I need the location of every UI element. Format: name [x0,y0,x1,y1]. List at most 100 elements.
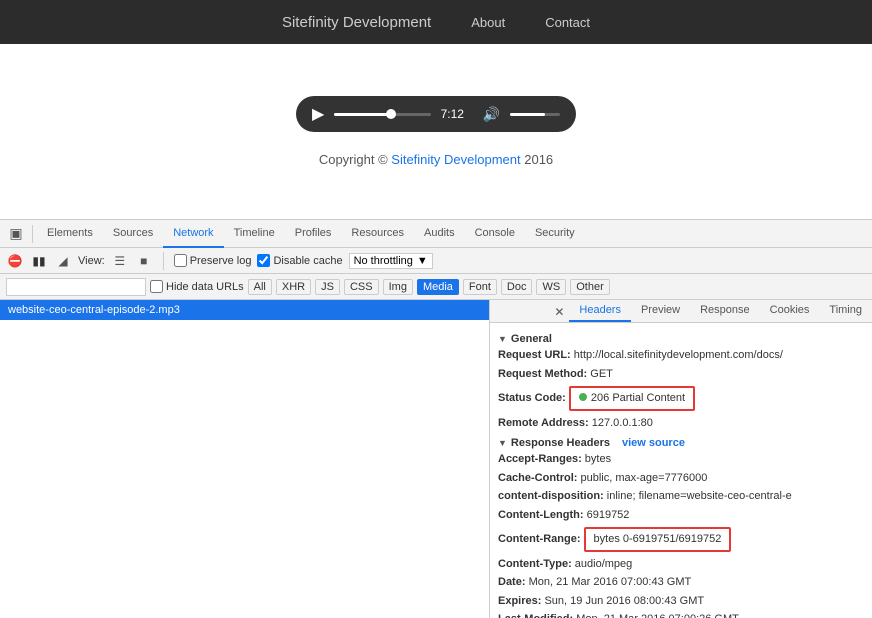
tab-audits[interactable]: Audits [414,220,465,248]
general-triangle: ▼ [498,334,507,344]
devtools-panel: ▣ Elements Sources Network Timeline Prof… [0,219,872,618]
preserve-log-input[interactable] [174,254,187,267]
details-tab-cookies[interactable]: Cookies [760,300,820,322]
copyright: Copyright © Sitefinity Development 2016 [319,152,553,167]
content-length-key: Content-Length: [498,509,587,521]
hide-data-urls-input[interactable] [150,280,163,293]
details-tab-preview[interactable]: Preview [631,300,690,322]
expires-row: Expires: Sun, 19 Jun 2016 08:00:43 GMT [498,593,864,610]
disable-cache-checkbox[interactable]: Disable cache [257,254,342,267]
nav-about[interactable]: About [471,15,505,30]
filter-input[interactable] [6,278,146,296]
nav-contact[interactable]: Contact [545,15,590,30]
accept-ranges-key: Accept-Ranges: [498,453,585,465]
disable-cache-label: Disable cache [273,255,342,267]
tab-elements[interactable]: Elements [37,220,103,248]
devtools-toolbar: ⛔ ▮▮ ◢ View: ☰ ■ Preserve log Disable ca… [0,248,872,274]
expires-val: Sun, 19 Jun 2016 08:00:43 GMT [544,595,704,607]
tab-network[interactable]: Network [163,220,223,248]
details-tab-response[interactable]: Response [690,300,760,322]
view-source-link[interactable]: view source [622,437,685,449]
status-code-key: Status Code: [498,392,569,404]
filter-doc[interactable]: Doc [501,279,533,295]
cache-control-key: Cache-Control: [498,472,581,484]
network-content: website-ceo-central-episode-2.mp3 ✕ Head… [0,300,872,618]
last-modified-key: Last-Modified: [498,613,576,618]
hide-data-urls-label: Hide data URLs [166,281,244,293]
request-method-val: GET [590,368,613,380]
general-title: General [511,333,552,345]
details-tab-headers[interactable]: Headers [569,300,631,322]
progress-thumb [386,109,396,119]
record-icon[interactable]: ▮▮ [30,252,48,270]
status-dot [579,393,587,401]
stop-icon[interactable]: ⛔ [6,252,24,270]
devtools-tabs: ▣ Elements Sources Network Timeline Prof… [0,220,872,248]
tab-console[interactable]: Console [465,220,525,248]
content-disposition-val: inline; filename=website-ceo-central-e [607,490,792,502]
audio-player: ▶ 7:12 🔊 [296,96,576,132]
list-view-icon[interactable]: ☰ [111,252,129,270]
content-range-box: bytes 0-6919751/6919752 [584,527,732,552]
preserve-log-checkbox[interactable]: Preserve log [174,254,252,267]
tab-profiles[interactable]: Profiles [285,220,342,248]
date-val: Mon, 21 Mar 2016 07:00:43 GMT [529,576,692,588]
tree-view-icon[interactable]: ■ [135,252,153,270]
filter-other[interactable]: Other [570,279,610,295]
response-headers-title: Response Headers [511,437,610,449]
copyright-link[interactable]: Sitefinity Development [391,152,520,167]
tab-security[interactable]: Security [525,220,585,248]
content-disposition-row: content-disposition: inline; filename=we… [498,488,864,505]
date-row: Date: Mon, 21 Mar 2016 07:00:43 GMT [498,574,864,591]
close-button[interactable]: ✕ [549,302,569,322]
progress-track[interactable] [334,113,430,116]
status-code-box: 206 Partial Content [569,386,695,411]
request-item-name: website-ceo-central-episode-2.mp3 [8,304,180,316]
throttle-label: No throttling [354,255,413,267]
remote-address-val: 127.0.0.1:80 [592,417,653,429]
tab-timeline[interactable]: Timeline [224,220,285,248]
filter-img[interactable]: Img [383,279,413,295]
last-modified-val: Mon, 21 Mar 2016 07:00:26 GMT [576,613,739,618]
tab-sources[interactable]: Sources [103,220,163,248]
filter-font[interactable]: Font [463,279,497,295]
content-type-key: Content-Type: [498,558,575,570]
details-tabs: ✕ Headers Preview Response Cookies Timin… [490,300,872,323]
mobile-icon[interactable]: ▣ [4,222,28,246]
details-tab-timing[interactable]: Timing [819,300,872,322]
cache-control-row: Cache-Control: public, max-age=7776000 [498,470,864,487]
progress-fill [334,113,387,116]
volume-fill [510,113,545,116]
content-length-row: Content-Length: 6919752 [498,507,864,524]
main-content: ▶ 7:12 🔊 Copyright © Sitefinity Developm… [0,44,872,219]
toolbar-separator [163,252,164,270]
request-url-key: Request URL: [498,349,574,361]
disable-cache-input[interactable] [257,254,270,267]
headers-content: ▼ General Request URL: http://local.site… [490,323,872,618]
accept-ranges-row: Accept-Ranges: bytes [498,451,864,468]
tab-resources[interactable]: Resources [341,220,414,248]
filter-all[interactable]: All [248,279,272,295]
play-button[interactable]: ▶ [312,104,324,124]
filter-xhr[interactable]: XHR [276,279,311,295]
response-headers-triangle: ▼ [498,438,507,448]
filter-js[interactable]: JS [315,279,340,295]
filter-ws[interactable]: WS [536,279,566,295]
content-length-val: 6919752 [587,509,630,521]
volume-track[interactable] [510,113,560,116]
request-url-val: http://local.sitefinitydevelopment.com/d… [574,349,783,361]
cache-control-val: public, max-age=7776000 [581,472,708,484]
throttle-select[interactable]: No throttling ▼ [349,253,433,269]
general-section-title: ▼ General [498,333,864,345]
preserve-log-label: Preserve log [190,255,252,267]
request-method-row: Request Method: GET [498,366,864,383]
status-code-row: Status Code: 206 Partial Content [498,384,864,413]
filter-icon[interactable]: ◢ [54,252,72,270]
content-range-row: Content-Range: bytes 0-6919751/6919752 [498,525,864,554]
filter-css[interactable]: CSS [344,279,379,295]
request-item-mp3[interactable]: website-ceo-central-episode-2.mp3 [0,300,489,320]
hide-data-urls-checkbox[interactable]: Hide data URLs [150,280,244,293]
copyright-text-after: 2016 [521,152,554,167]
response-headers-section-title: ▼ Response Headers view source [498,437,864,449]
filter-media[interactable]: Media [417,279,459,295]
